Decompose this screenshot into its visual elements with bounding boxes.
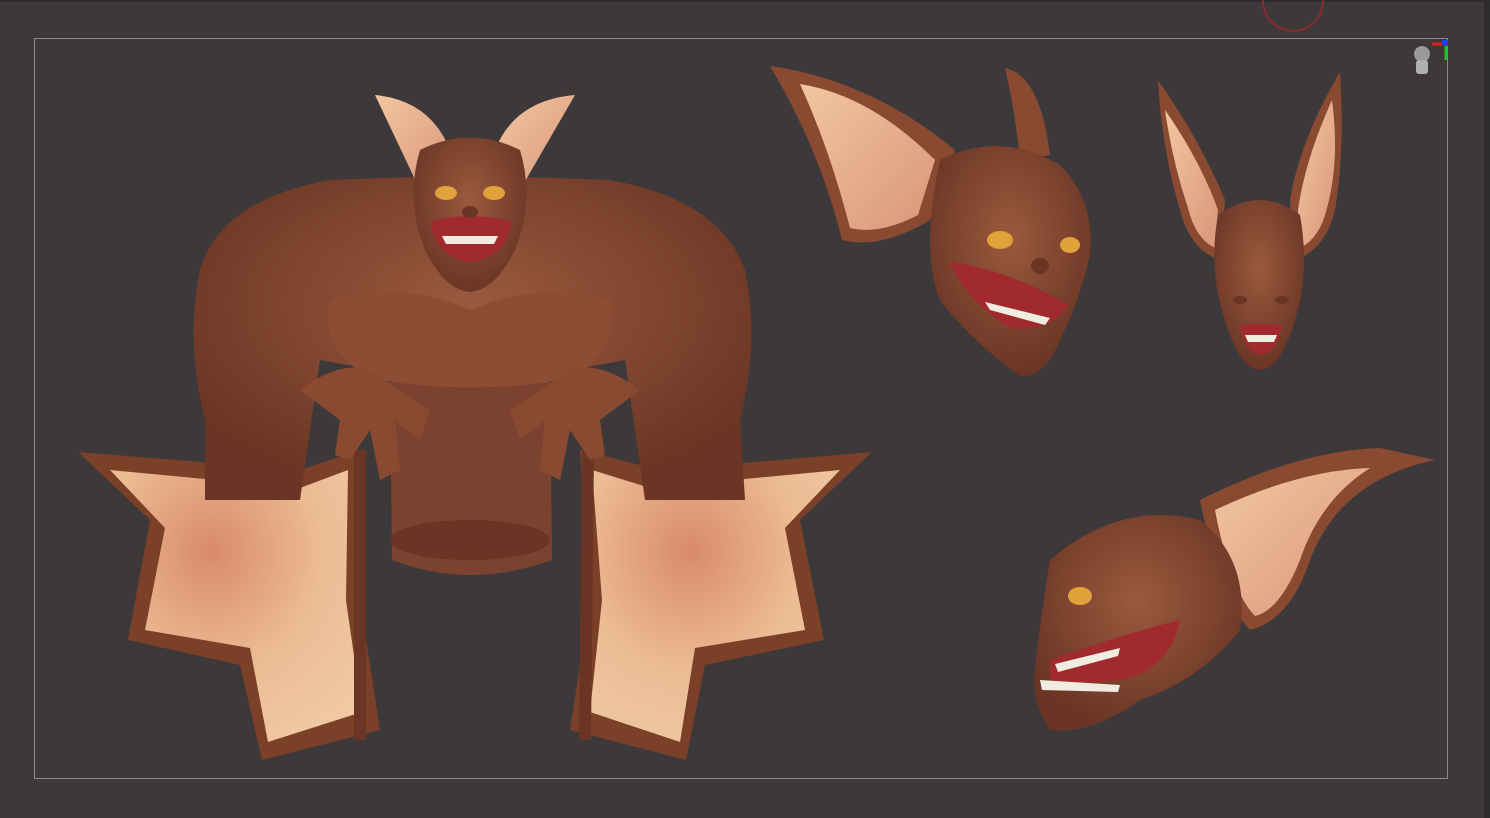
three-quarter-head-view [770,66,1091,377]
sh-eye [1068,587,1092,605]
front-body-view [78,95,872,760]
tq-left-eye [987,231,1013,249]
left-eye [435,186,457,200]
tq-right-eye [1060,237,1080,253]
tq-head [930,146,1091,377]
front-head-view [1158,72,1342,370]
viewport-scrollbar[interactable] [1484,0,1490,818]
tq-right-ear [1005,68,1050,160]
navigation-gizmo-icon[interactable] [1408,38,1452,82]
side-head-view [1034,448,1435,731]
sh-head [1034,515,1242,731]
viewport-canvas[interactable] [0,0,1490,818]
right-eye [483,186,505,200]
sculpt-scene[interactable] [0,0,1490,818]
